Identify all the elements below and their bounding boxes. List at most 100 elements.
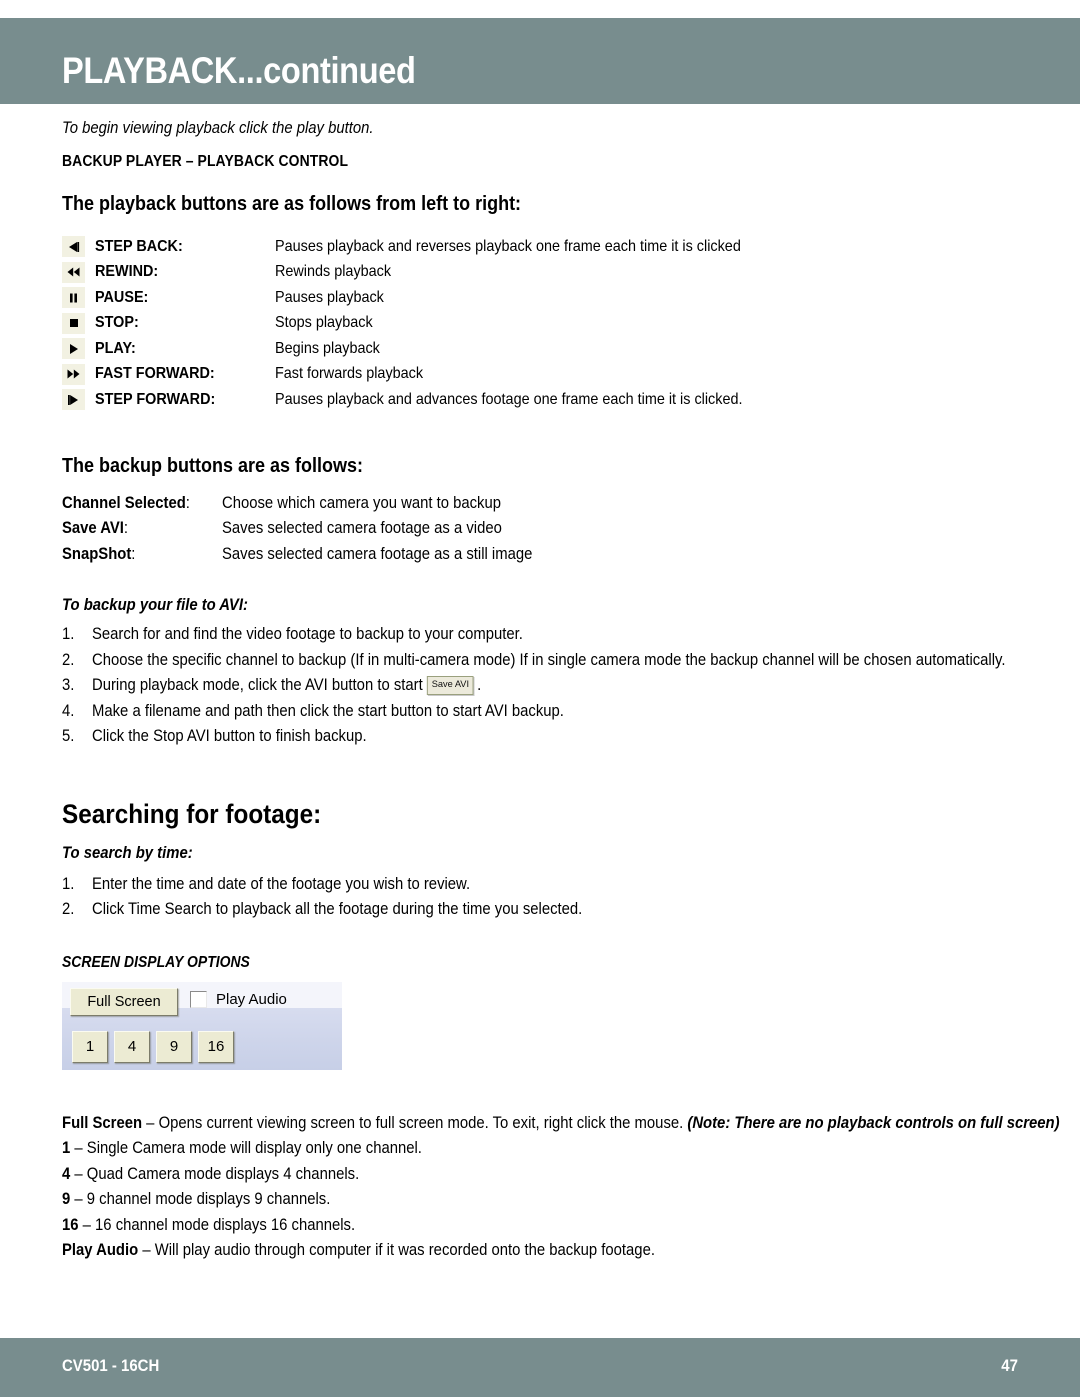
channel-button-16[interactable]: 16 — [198, 1030, 234, 1063]
definition-dash: – — [70, 1190, 87, 1208]
playback-buttons-list: STEP BACK: Pauses playback and reverses … — [62, 234, 1022, 413]
list-item-text: Enter the time and date of the footage y… — [92, 874, 471, 893]
list-item-desc: Pauses playback and reverses playback on… — [275, 237, 741, 255]
searching-footage-heading: Searching for footage: — [62, 798, 322, 829]
list-item-desc: Fast forwards playback — [275, 365, 424, 383]
list-item-label: STOP: — [95, 314, 139, 332]
definition-dash: – — [138, 1241, 155, 1259]
list-item-desc: Saves selected camera footage as a still… — [222, 544, 533, 563]
play-audio-checkbox[interactable] — [190, 990, 207, 1008]
list-item-text: Click the Stop AVI button to finish back… — [92, 727, 367, 745]
page-footer-bar: CV501 - 16CH 47 — [0, 1338, 1080, 1397]
list-item: 2. Click Time Search to playback all the… — [62, 900, 1022, 926]
definition-desc: 9 channel mode displays 9 channels. — [86, 1190, 331, 1208]
avi-backup-steps: 1. Search for and find the video footage… — [62, 625, 1022, 753]
definition-desc: Single Camera mode will display only one… — [86, 1139, 422, 1157]
list-item: Full Screen – Opens current viewing scre… — [62, 1113, 1060, 1140]
list-item-desc: Saves selected camera footage as a video — [222, 519, 502, 537]
definition-term: 4 — [62, 1164, 71, 1183]
list-item: 16 – 16 channel mode displays 16 channel… — [62, 1216, 926, 1242]
list-item: FAST FORWARD: Fast forwards playback — [62, 362, 1022, 388]
list-item-text: Make a filename and path then click the … — [92, 701, 564, 720]
list-item-label: PAUSE: — [95, 288, 149, 306]
list-item-desc: Pauses playback and advances footage one… — [275, 390, 743, 408]
definition-term: 1 — [62, 1139, 71, 1157]
step-forward-icon — [62, 389, 85, 411]
list-item: 2. Choose the specific channel to backup… — [62, 651, 1022, 677]
list-item: Play Audio – Will play audio through com… — [62, 1241, 926, 1267]
channel-button-9[interactable]: 9 — [156, 1030, 192, 1063]
definition-term: Full Screen — [62, 1113, 143, 1132]
list-item-number: 1. — [62, 625, 75, 643]
list-item-text: Search for and find the video footage to… — [92, 625, 523, 643]
screen-display-definitions: Full Screen – Opens current viewing scre… — [62, 1113, 1060, 1267]
step-back-icon — [62, 236, 85, 258]
list-item: 4 – Quad Camera mode displays 4 channels… — [62, 1165, 926, 1191]
play-audio-label: Play Audio — [216, 990, 287, 1008]
search-steps-list: 1. Enter the time and date of the footag… — [62, 875, 1022, 926]
list-item-term: SnapShot: — [62, 544, 136, 563]
definition-desc: Opens current viewing screen to full scr… — [158, 1113, 688, 1132]
page-body: To begin viewing playback click the play… — [0, 104, 1080, 1267]
list-item-label: FAST FORWARD: — [95, 365, 215, 383]
play-audio-checkbox-group[interactable]: Play Audio — [190, 990, 287, 1008]
list-item: Channel Selected: Choose which camera yo… — [62, 494, 1022, 520]
definition-desc: Will play audio through computer if it w… — [154, 1241, 655, 1259]
definition-term: 9 — [62, 1190, 71, 1208]
list-item-desc: Choose which camera you want to backup — [222, 493, 502, 512]
list-item-number: 4. — [62, 701, 75, 720]
list-item-label: STEP FORWARD: — [95, 390, 216, 408]
list-item-label: REWIND: — [95, 263, 159, 281]
definition-desc: 16 channel mode displays 16 channels. — [95, 1215, 356, 1234]
list-item-label: PLAY: — [95, 339, 136, 357]
list-item-desc: Stops playback — [275, 314, 373, 332]
list-item-number: 5. — [62, 727, 75, 745]
list-item-number: 3. — [62, 676, 75, 694]
list-item: 9 – 9 channel mode displays 9 channels. — [62, 1190, 926, 1216]
list-item-text: Click Time Search to playback all the fo… — [92, 900, 583, 918]
definition-term: 16 — [62, 1215, 79, 1234]
avi-backup-heading: To backup your file to AVI: — [62, 596, 248, 614]
list-item-number: 1. — [62, 874, 75, 893]
channel-button-1[interactable]: 1 — [72, 1030, 108, 1063]
list-item-text: During playback mode, click the AVI butt… — [92, 676, 482, 695]
definition-term: Play Audio — [62, 1241, 139, 1259]
intro-line: To begin viewing playback click the play… — [62, 119, 374, 137]
content-column: To begin viewing playback click the play… — [62, 119, 1060, 1267]
list-item: STEP BACK: Pauses playback and reverses … — [62, 234, 1022, 260]
playback-buttons-heading: The playback buttons are as follows from… — [62, 193, 522, 215]
backup-buttons-heading: The backup buttons are as follows: — [62, 454, 364, 477]
list-item: PLAY: Begins playback — [62, 336, 1022, 362]
channel-button-4[interactable]: 4 — [114, 1030, 150, 1063]
stop-icon — [62, 312, 85, 334]
page-title: PLAYBACK...continued — [62, 50, 416, 91]
rewind-icon — [62, 261, 85, 283]
pause-icon — [62, 287, 85, 309]
list-item: STEP FORWARD: Pauses playback and advanc… — [62, 387, 1022, 413]
footer-page-number: 47 — [1001, 1356, 1018, 1375]
list-item: 1. Enter the time and date of the footag… — [62, 875, 1022, 901]
list-item: REWIND: Rewinds playback — [62, 260, 1022, 286]
save-avi-button[interactable]: Save AVI — [427, 676, 475, 695]
list-item-desc: Rewinds playback — [275, 263, 392, 281]
list-item: Save AVI: Saves selected camera footage … — [62, 519, 1022, 545]
backup-buttons-list: Channel Selected: Choose which camera yo… — [62, 494, 1022, 571]
definition-dash: – — [70, 1139, 87, 1157]
list-item-term: Save AVI: — [62, 519, 129, 537]
backup-player-subhead: BACKUP PLAYER – PLAYBACK CONTROL — [62, 153, 349, 170]
definition-desc: Quad Camera mode displays 4 channels. — [86, 1164, 360, 1183]
fast-forward-icon — [62, 363, 85, 385]
list-item-number: 2. — [62, 900, 75, 918]
list-item: 5. Click the Stop AVI button to finish b… — [62, 727, 1022, 753]
definition-dash: – — [70, 1164, 87, 1183]
list-item-label: STEP BACK: — [95, 237, 183, 255]
list-item: 4. Make a filename and path then click t… — [62, 702, 1022, 728]
list-item: 1. Search for and find the video footage… — [62, 625, 1022, 651]
list-item: STOP: Stops playback — [62, 311, 1022, 337]
screen-display-options-panel: Full Screen Play Audio 1 4 9 16 — [62, 981, 342, 1070]
definition-note: (Note: There are no playback controls on… — [687, 1113, 1060, 1132]
definition-dash: – — [142, 1113, 159, 1132]
list-item: 1 – Single Camera mode will display only… — [62, 1139, 926, 1165]
list-item-desc: Pauses playback — [275, 288, 384, 306]
full-screen-button[interactable]: Full Screen — [70, 987, 178, 1016]
